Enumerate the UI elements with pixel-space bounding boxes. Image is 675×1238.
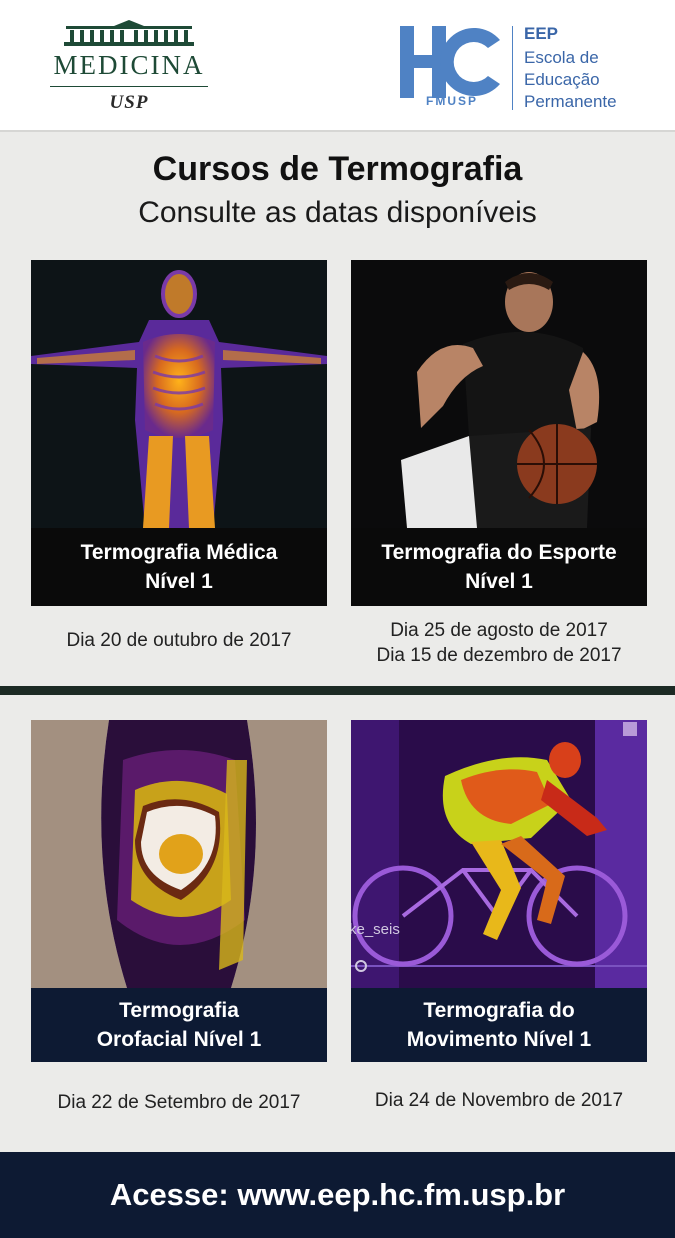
course-card-movimento[interactable]: ke_seis Termografia do Movimento Nível 1 (351, 720, 647, 1062)
course-label-medica: Termografia Médica Nível 1 (31, 528, 327, 606)
course-date-orofacial: Dia 22 de Setembro de 2017 (57, 1092, 301, 1113)
building-icon (64, 20, 194, 46)
thermal-body-image (31, 260, 327, 528)
header-banner: MEDICINA USP FMUSP EEP Escola de Educaçã… (0, 0, 675, 132)
medicina-usp-logo[interactable]: MEDICINA USP (36, 20, 222, 115)
thermal-mouth-icon (31, 720, 327, 988)
course-date-line-2: Dia 15 de dezembro de 2017 (376, 645, 622, 666)
logo-divider (512, 26, 513, 110)
course-card-orofacial[interactable]: Termografia Orofacial Nível 1 (31, 720, 327, 1062)
footer-url-text[interactable]: Acesse: www.eep.hc.fm.usp.br (110, 1177, 565, 1213)
footer-link-bar[interactable]: Acesse: www.eep.hc.fm.usp.br (0, 1152, 675, 1238)
course-title-line-2: Nível 1 (465, 570, 533, 593)
course-title-line-1: Termografia Médica (80, 541, 278, 564)
cyclist-image-caption: ke_seis (351, 921, 400, 938)
course-title-line-1: Termografia do (423, 999, 575, 1022)
thermal-cyclist-icon: ke_seis (351, 720, 647, 988)
course-card-medica[interactable]: Termografia Médica Nível 1 (31, 260, 327, 606)
fmusp-label: FMUSP (426, 94, 478, 108)
course-title-line-1: Termografia (119, 999, 239, 1022)
eep-line-3: Permanente (524, 92, 617, 111)
eep-title: EEP (524, 24, 559, 43)
course-date-medica: Dia 20 de outubro de 2017 (66, 630, 292, 651)
thermal-cyclist-image: ke_seis (351, 720, 647, 988)
page-title: Cursos de Termografia (152, 150, 523, 188)
course-label-movimento: Termografia do Movimento Nível 1 (351, 988, 647, 1062)
course-title-line-2: Orofacial Nível 1 (96, 1028, 262, 1051)
section-separator (0, 686, 675, 695)
usp-wordmark: USP (109, 92, 149, 113)
course-date-movimento: Dia 24 de Novembro de 2017 (374, 1090, 624, 1111)
page-subtitle: Consulte as datas disponíveis (138, 196, 537, 229)
thermal-torso-icon (31, 260, 327, 528)
course-title-line-1: Termografia do Esporte (381, 541, 617, 564)
thermal-orofacial-image (31, 720, 327, 988)
course-date-esporte: Dia 25 de agosto de 2017 Dia 15 de dezem… (339, 618, 659, 668)
hc-mark-icon (400, 26, 500, 98)
medicina-rule (50, 86, 208, 87)
course-title-line-2: Movimento Nível 1 (406, 1028, 592, 1051)
basketball-player-icon (351, 260, 647, 528)
eep-line-2: Educação (524, 70, 600, 89)
course-label-orofacial: Termografia Orofacial Nível 1 (31, 988, 327, 1062)
course-card-esporte[interactable]: Termografia do Esporte Nível 1 (351, 260, 647, 606)
course-label-esporte: Termografia do Esporte Nível 1 (351, 528, 647, 606)
eep-line-1: Escola de (524, 48, 599, 67)
course-title-line-2: Nível 1 (145, 570, 213, 593)
course-date-line-1: Dia 25 de agosto de 2017 (390, 620, 608, 641)
basketball-player-image (351, 260, 647, 528)
hc-fmusp-eep-logo[interactable]: FMUSP EEP Escola de Educação Permanente (400, 20, 660, 115)
medicina-wordmark: MEDICINA (53, 50, 205, 80)
